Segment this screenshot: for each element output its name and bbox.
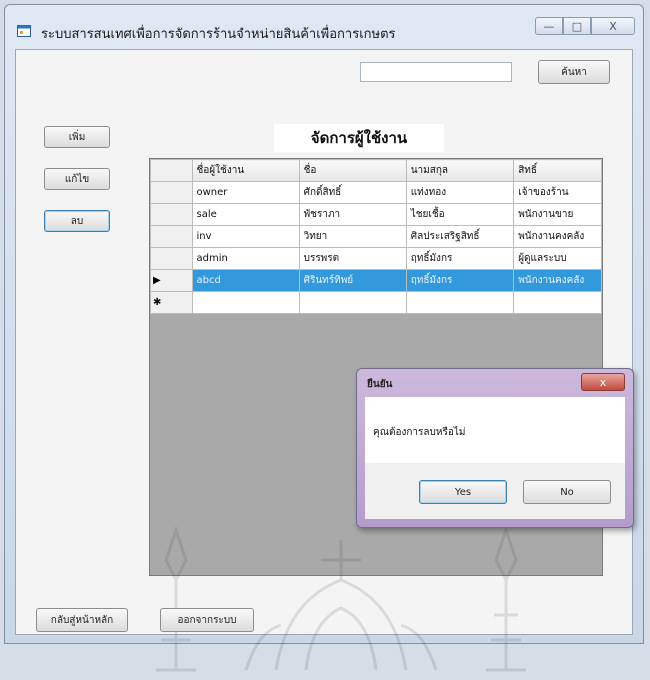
cell-lastname[interactable]: ไชยเชื้อ bbox=[405, 203, 515, 226]
table-row[interactable]: sale พัชราภา ไชยเชื้อ พนักงานขาย bbox=[150, 203, 602, 226]
cell-role[interactable]: เจ้าของร้าน bbox=[513, 181, 602, 204]
new-row-asterisk-icon: ✱ bbox=[153, 297, 162, 308]
close-icon: X bbox=[609, 19, 617, 33]
close-icon: x bbox=[599, 375, 607, 389]
add-button[interactable]: เพิ่ม bbox=[44, 126, 110, 148]
form-client-area: ค้นหา จัดการผู้ใช้งาน เพิ่ม แก้ไข ลบ ชื่… bbox=[15, 49, 633, 672]
cell-lastname[interactable]: แท่งทอง bbox=[405, 181, 515, 204]
delete-button[interactable]: ลบ bbox=[44, 210, 110, 232]
confirm-dialog: ยืนยัน x คุณต้องการลบหรือไม่ Yes No bbox=[356, 368, 634, 528]
edit-button[interactable]: แก้ไข bbox=[44, 168, 110, 190]
cell-firstname[interactable]: ศักดิ์สิทธิ์ bbox=[298, 181, 407, 204]
cell-lastname[interactable]: ฤทธิ์มังกร bbox=[405, 247, 515, 270]
maximize-button[interactable]: □ bbox=[563, 17, 591, 35]
cell-role[interactable]: ผู้ดูแลระบบ bbox=[513, 247, 602, 270]
back-to-home-button[interactable]: กลับสู่หน้าหลัก bbox=[36, 608, 128, 632]
cell-firstname[interactable]: บรรพรต bbox=[298, 247, 407, 270]
row-header[interactable]: ▶ bbox=[150, 269, 193, 292]
row-header[interactable]: ✱ bbox=[150, 291, 193, 314]
cell-username[interactable]: abcd bbox=[191, 269, 300, 292]
cell-firstname[interactable]: ศิรินทร์ทิพย์ bbox=[298, 269, 407, 292]
yes-button[interactable]: Yes bbox=[419, 480, 507, 504]
row-header[interactable] bbox=[150, 181, 193, 204]
row-header[interactable] bbox=[150, 247, 193, 270]
column-header-firstname[interactable]: ชื่อ bbox=[298, 159, 407, 182]
maximize-icon: □ bbox=[571, 19, 583, 33]
minimize-button[interactable]: — bbox=[535, 17, 563, 35]
logout-button[interactable]: ออกจากระบบ bbox=[160, 608, 254, 632]
cell-username[interactable]: sale bbox=[191, 203, 300, 226]
column-header-lastname[interactable]: นามสกุล bbox=[405, 159, 515, 182]
table-row[interactable]: owner ศักดิ์สิทธิ์ แท่งทอง เจ้าของร้าน bbox=[150, 181, 602, 204]
row-header-corner bbox=[150, 159, 193, 182]
cell-role[interactable]: พนักงานคงคลัง bbox=[513, 225, 602, 248]
column-header-role[interactable]: สิทธิ์ bbox=[513, 159, 602, 182]
page-title: จัดการผู้ใช้งาน bbox=[274, 124, 444, 152]
new-cell[interactable] bbox=[513, 291, 602, 314]
no-button[interactable]: No bbox=[523, 480, 611, 504]
new-cell[interactable] bbox=[298, 291, 407, 314]
table-header-row: ชื่อผู้ใช้งาน ชื่อ นามสกุล สิทธิ์ bbox=[150, 159, 602, 182]
cell-firstname[interactable]: วิทยา bbox=[298, 225, 407, 248]
cell-username[interactable]: inv bbox=[191, 225, 300, 248]
dialog-message: คุณต้องการลบหรือไม่ bbox=[373, 427, 466, 438]
column-header-username[interactable]: ชื่อผู้ใช้งาน bbox=[191, 159, 300, 182]
app-icon bbox=[17, 25, 31, 37]
cell-firstname[interactable]: พัชราภา bbox=[298, 203, 407, 226]
window-title: ระบบสารสนเทศเพื่อการจัดการร้านจำหน่ายสิน… bbox=[41, 27, 396, 42]
search-button[interactable]: ค้นหา bbox=[538, 60, 610, 84]
cell-role[interactable]: พนักงานคงคลัง bbox=[513, 269, 602, 292]
table-row[interactable]: inv วิทยา ศิลประเสริฐสิทธิ์ พนักงานคงคลั… bbox=[150, 225, 602, 248]
dialog-title: ยืนยัน bbox=[367, 379, 393, 390]
search-input[interactable] bbox=[360, 62, 512, 82]
cell-username[interactable]: admin bbox=[191, 247, 300, 270]
minimize-icon: — bbox=[543, 19, 555, 33]
dialog-body: คุณต้องการลบหรือไม่ bbox=[365, 397, 625, 463]
close-button[interactable]: X bbox=[591, 17, 635, 35]
table-new-row[interactable]: ✱ bbox=[150, 291, 602, 314]
table-row-selected[interactable]: ▶ abcd ศิรินทร์ทิพย์ ฤทธิ์มังกร พนักงานค… bbox=[150, 269, 602, 292]
dialog-close-button[interactable]: x bbox=[581, 373, 625, 391]
new-cell[interactable] bbox=[405, 291, 515, 314]
table-row[interactable]: admin บรรพรต ฤทธิ์มังกร ผู้ดูแลระบบ bbox=[150, 247, 602, 270]
university-seal-watermark bbox=[156, 525, 526, 672]
cell-lastname[interactable]: ศิลประเสริฐสิทธิ์ bbox=[405, 225, 515, 248]
cell-username[interactable]: owner bbox=[191, 181, 300, 204]
users-table: ชื่อผู้ใช้งาน ชื่อ นามสกุล สิทธิ์ owner … bbox=[150, 159, 602, 314]
row-header[interactable] bbox=[150, 203, 193, 226]
app-window: ระบบสารสนเทศเพื่อการจัดการร้านจำหน่ายสิน… bbox=[4, 4, 644, 672]
current-row-arrow-icon: ▶ bbox=[153, 275, 161, 286]
row-header[interactable] bbox=[150, 225, 193, 248]
dialog-footer: Yes No bbox=[365, 463, 625, 519]
title-bar[interactable]: ระบบสารสนเทศเพื่อการจัดการร้านจำหน่ายสิน… bbox=[5, 5, 643, 49]
new-cell[interactable] bbox=[191, 291, 300, 314]
cell-role[interactable]: พนักงานขาย bbox=[513, 203, 602, 226]
cell-lastname[interactable]: ฤทธิ์มังกร bbox=[405, 269, 515, 292]
